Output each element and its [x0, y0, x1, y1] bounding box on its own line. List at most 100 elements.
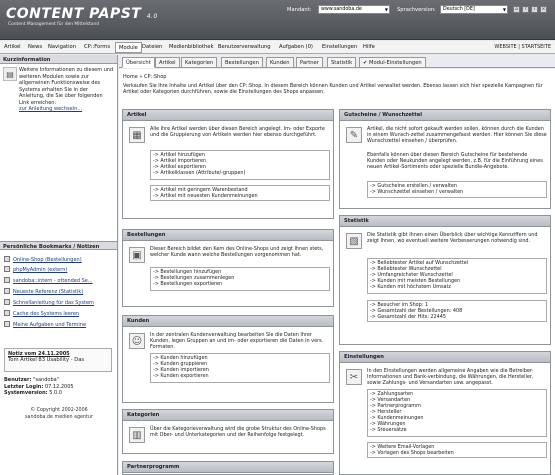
main-menu: Artikel News Navigation CP::Forms Module… [0, 41, 555, 54]
tab-partner[interactable]: Partner [296, 57, 323, 68]
menu-dateien[interactable]: Dateien [142, 44, 162, 50]
einstellungen-box: Einstellungen ✂ In den Einstellungen wer… [339, 351, 551, 475]
bestellungen-title: Bestellungen [123, 230, 333, 241]
einstellungen-link[interactable]: -> Vorlagen des Shops bearbeiten [370, 450, 454, 456]
einstellungen-title: Einstellungen [340, 352, 550, 363]
info-icon[interactable]: i [531, 6, 538, 13]
tab-modul-einstellungen[interactable]: ✔ Modul-Einstellungen [359, 57, 426, 68]
artikel-title: Artikel [123, 110, 333, 121]
menu-news[interactable]: News [28, 44, 42, 50]
tab-statistik[interactable]: Statistik [327, 57, 357, 68]
bookmark-item[interactable]: Schnellanleitung für das System [4, 299, 114, 307]
gutscheine-box: Gutscheine / Wunschzettel ✎ Artikel, die… [339, 109, 551, 209]
kategorien-box: Kategorien ▥ Über die Kategorieverwaltun… [122, 409, 334, 454]
kurzinfo-title: Kurzinformation [0, 55, 117, 64]
menu-aufgaben[interactable]: Aufgaben (0) [279, 44, 313, 50]
mandant-label: Mandant: [287, 7, 312, 13]
note-box[interactable]: Notiz vom 24.11.2005 Tom Artikel 83 Usab… [4, 348, 112, 372]
user-info: Benutzer: "sandoba" Letzter Login: 07.12… [4, 377, 74, 396]
bookmark-item[interactable]: phpMyAdmin (extern) [4, 266, 114, 274]
breadcrumb: Home » CP::Shop [123, 74, 167, 80]
kurzinfo-box: ▤ Weitere Informationen zu diesem und we… [3, 67, 114, 145]
artikel-box: Artikel ▦ Alle Ihre Artikel werden über … [122, 109, 334, 219]
menu-module[interactable]: Module [115, 42, 142, 53]
page-icon [4, 321, 10, 327]
copyright: © Copyright 2002-2006 sandoba.de medien … [25, 408, 93, 420]
kunden-box: Kunden ☺ In der zentralen Kundenverwaltu… [122, 315, 334, 403]
anleitung-link[interactable]: zur Anleitung wechseln... [19, 106, 82, 112]
main-content: Home » CP::Shop Verkaufen Sie Ihre Inhal… [119, 69, 555, 475]
kurzinfo-text: Weitere Informationen zu diesem und weit… [19, 67, 114, 112]
gutscheine-title: Gutscheine / Wunschzettel [340, 110, 550, 121]
bookmark-item[interactable]: sandoba::intern - ottended Se... [4, 277, 114, 285]
kunden-link[interactable]: -> Kunden exportieren [153, 373, 209, 379]
bookmarks-title: Persönliche Bookmarks / Notizen [0, 241, 117, 250]
bestellungen-box: Bestellungen ▣ Dieser Bereich bildet den… [122, 229, 334, 307]
artikel-text: Alle Ihre Artikel werden über diesen Ber… [150, 126, 325, 139]
menu-hilfe[interactable]: Hilfe [363, 44, 375, 50]
page-icon [4, 256, 10, 262]
sprache-select[interactable]: Deutsch [DE] ▼ [440, 5, 508, 14]
box-icon: ☺ [129, 333, 145, 349]
tab-kategorien[interactable]: Kategorien [181, 57, 218, 68]
sprache-label: Sprachversion: [397, 7, 436, 13]
app-header: CONTENT PAPST 4.0 Content Management für… [0, 0, 555, 40]
page-icon [4, 299, 10, 305]
menu-artikel[interactable]: Artikel [4, 44, 21, 50]
menu-einstellungen[interactable]: Einstellungen [322, 44, 357, 50]
menu-medienbibliothek[interactable]: Medienbibliothek [169, 44, 213, 50]
kunden-title: Kunden [123, 316, 333, 327]
menu-benutzerverwaltung[interactable]: Benutzerverwaltung [218, 44, 271, 50]
logout-icon[interactable]: × [540, 6, 547, 13]
bookmark-item[interactable]: Online-Shop (Bestellungen) [4, 256, 114, 264]
box-icon: ✎ [346, 127, 362, 143]
einstellungen-text: In den Einstellungen werden allgemeine A… [367, 368, 534, 387]
tab-kunden[interactable]: Kunden [266, 57, 294, 68]
kategorien-title: Kategorien [123, 410, 333, 421]
artikel-link[interactable]: -> Artikelklassen (Attribute/-gruppen) [153, 170, 245, 176]
menu-cp-forms[interactable]: CP::Forms [84, 44, 110, 50]
page-icon [4, 288, 10, 294]
module-tabs: Übersicht Artikel Kategorien Bestellunge… [119, 55, 555, 68]
statistik-box: Statistik ▧ Die Statistik gibt Ihnen ein… [339, 215, 551, 345]
page-icon [4, 266, 10, 272]
bookmark-item[interactable]: Meine Aufgaben und Termine [4, 321, 114, 329]
website-startseite-links[interactable]: WEBSITE | STARTSEITE [494, 44, 551, 50]
bookmark-item[interactable]: Neueste Referenz (Statistik) [4, 288, 114, 296]
artikel-link[interactable]: -> Artikel mit neuesten Kundenmeinungen [153, 193, 258, 199]
tools-icon: ✂ [346, 369, 362, 385]
box-icon: ▣ [129, 247, 145, 263]
mandant-select[interactable]: www.sandoba.de ▼ [318, 5, 390, 14]
page-icon [4, 310, 10, 316]
chart-icon: ▧ [346, 233, 362, 249]
bestellungen-text: Dieser Bereich bildet den Kern des Onlin… [150, 246, 324, 259]
document-icon: ▤ [3, 67, 17, 81]
bestellungen-link[interactable]: -> Bestellungen exportieren [153, 281, 222, 287]
statistik-text: Die Statistik gibt Ihnen einen Überblick… [367, 232, 538, 245]
tab-artikel[interactable]: Artikel [155, 57, 180, 68]
partner-title: Partnerprogramm [123, 462, 333, 473]
partner-box: Partnerprogramm [122, 461, 334, 475]
left-sidebar: Kurzinformation ▤ Weitere Informationen … [0, 55, 118, 475]
gutscheine-text2: Ebenfalls können über diesen Bereich Gut… [367, 152, 543, 171]
app-tagline: Content Management für den Mittelstand [8, 22, 100, 27]
kunden-text: In der zentralen Kundenverwaltung bearbe… [150, 332, 324, 351]
tab-uebersicht[interactable]: Übersicht [122, 57, 155, 68]
statistik-link[interactable]: -> Kunden mit höchstem Umsatz [370, 284, 451, 290]
menu-navigation[interactable]: Navigation [48, 44, 76, 50]
tab-bestellungen[interactable]: Bestellungen [221, 57, 263, 68]
note-text: Tom Artikel 83 Usability - Das [8, 357, 85, 363]
box-icon: ▥ [129, 427, 145, 443]
einstellungen-link[interactable]: -> Steuersätze [370, 427, 407, 433]
app-logo: CONTENT PAPST 4.0 [6, 6, 158, 22]
statistik-value: -> Gesamtzahl der Hits: 22445 [370, 314, 446, 320]
page-icon [4, 277, 10, 283]
intro-text: Verkaufen Sie Ihre Inhalte und Artikel ü… [123, 83, 543, 96]
statistik-title: Statistik [340, 216, 550, 227]
home-icon[interactable]: ⌂ [513, 6, 520, 13]
gutscheine-link[interactable]: -> Wunschzettel einsehen / verwalten [370, 189, 463, 195]
gutscheine-text1: Artikel, die nicht sofort gekauft werden… [367, 126, 547, 145]
help-icon[interactable]: ? [522, 6, 529, 13]
bookmark-item[interactable]: Cache des Systems leeren [4, 310, 114, 318]
kategorien-text: Über die Kategorieverwaltung wird die gr… [150, 426, 326, 439]
